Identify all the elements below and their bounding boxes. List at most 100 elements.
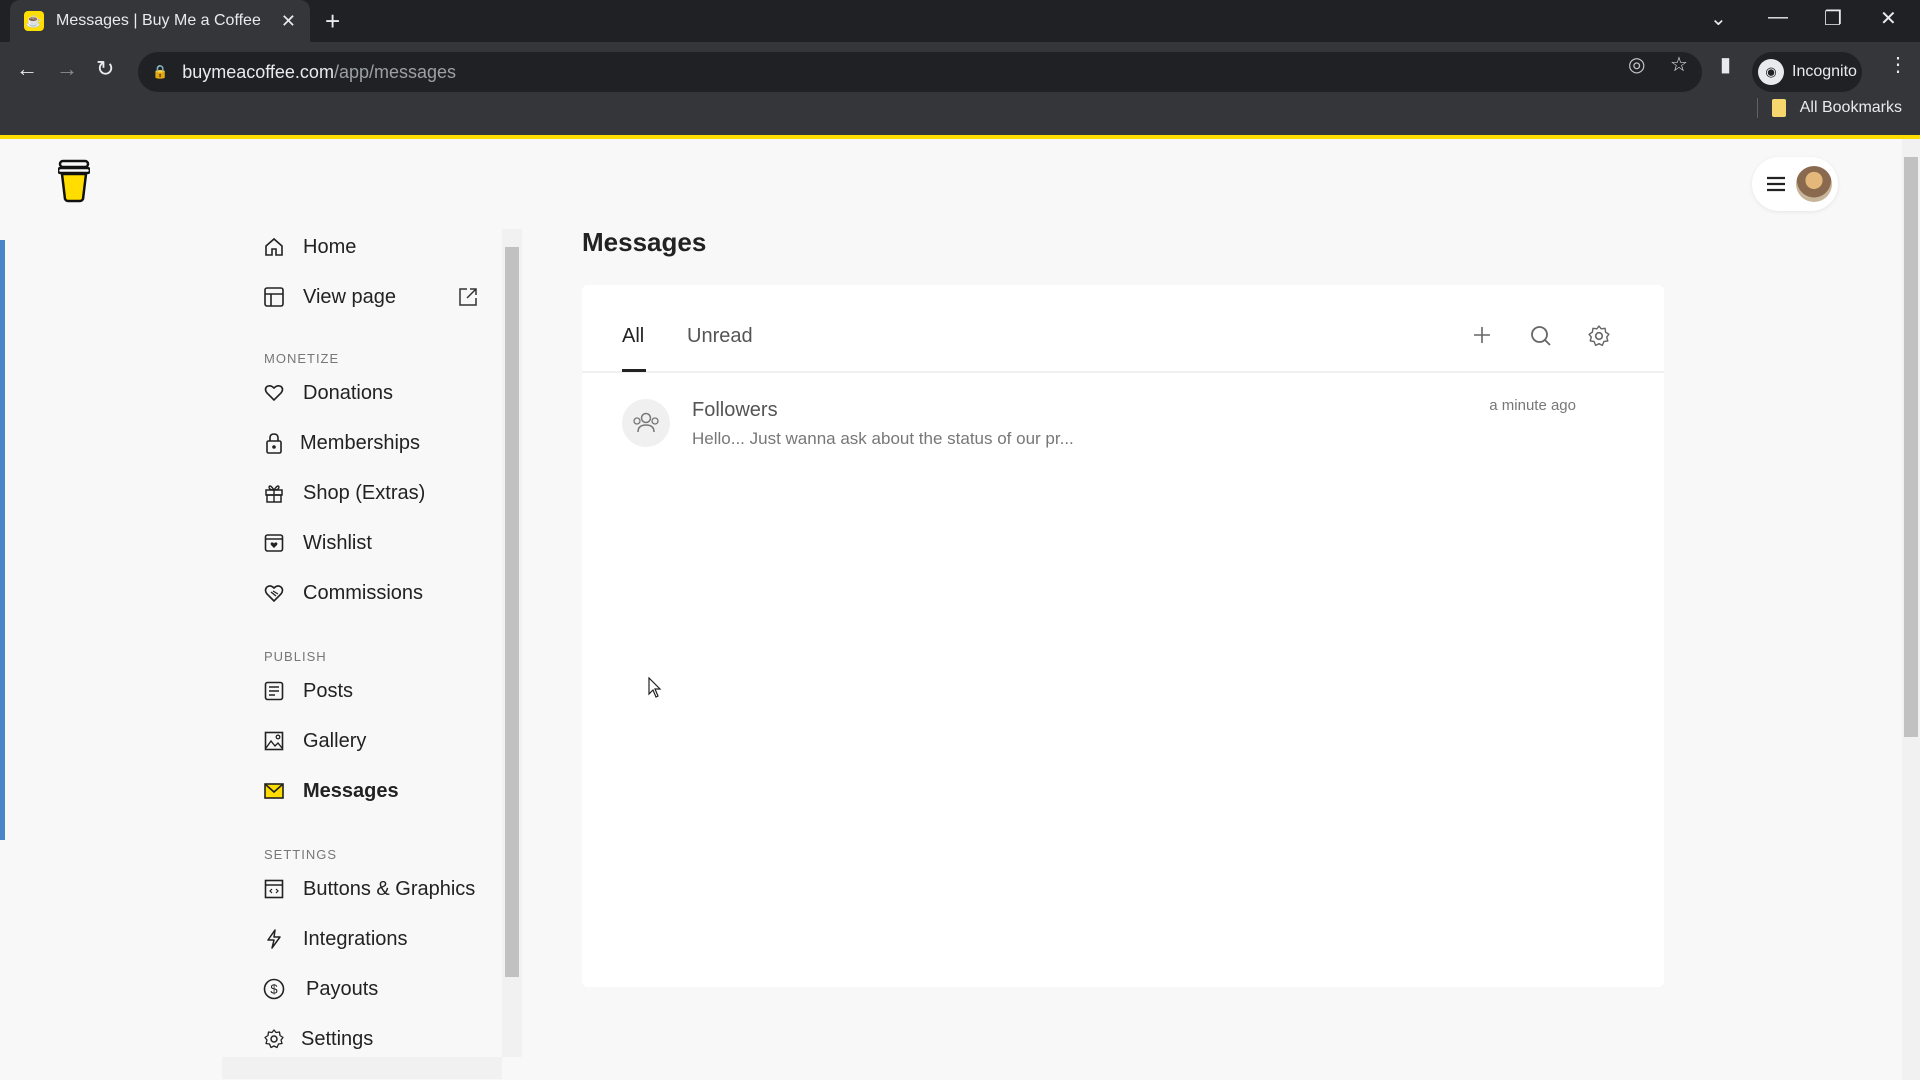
sidebar-item-posts[interactable]: Posts bbox=[262, 673, 353, 709]
coffee-cup-icon bbox=[56, 159, 92, 203]
sidebar-item-donations[interactable]: Donations bbox=[262, 375, 393, 411]
heart-icon bbox=[262, 381, 286, 405]
document-icon bbox=[262, 679, 286, 703]
account-menu-button[interactable] bbox=[1752, 157, 1838, 211]
dollar-circle-icon: $ bbox=[262, 977, 286, 1001]
tab-title: Messages | Buy Me a Coffee bbox=[56, 12, 261, 29]
message-tabs: All Unread bbox=[582, 285, 1664, 373]
image-icon bbox=[262, 729, 286, 753]
tab-close-icon[interactable]: ✕ bbox=[281, 11, 296, 32]
sidebar-item-label: Commissions bbox=[303, 581, 424, 604]
gear-icon bbox=[262, 1027, 286, 1051]
restore-icon[interactable]: ❐ bbox=[1824, 6, 1842, 31]
page-title: Messages bbox=[582, 227, 707, 257]
sidebar-item-label: Payouts bbox=[306, 977, 379, 1000]
group-avatar bbox=[622, 399, 670, 447]
message-list-item[interactable]: Followers Hello... Just wanna ask about … bbox=[582, 375, 1664, 475]
lock-icon: 🔒 bbox=[152, 64, 169, 79]
sidebar-item-label: View page bbox=[303, 285, 397, 308]
sidebar-item-label: Integrations bbox=[303, 927, 408, 950]
all-bookmarks-label: All Bookmarks bbox=[1799, 99, 1902, 116]
external-link-icon[interactable] bbox=[458, 287, 478, 313]
sidebar-item-integrations[interactable]: Integrations bbox=[262, 921, 408, 957]
browser-tab[interactable]: ☕ Messages | Buy Me a Coffee ✕ bbox=[10, 0, 310, 42]
sidebar-item-shop[interactable]: Shop (Extras) bbox=[262, 475, 425, 511]
new-message-icon[interactable] bbox=[1472, 325, 1492, 350]
message-sender: Followers bbox=[692, 399, 778, 421]
sidebar-item-messages[interactable]: Messages bbox=[262, 773, 399, 809]
reload-icon[interactable]: ↻ bbox=[96, 56, 114, 82]
page-scrollbar[interactable] bbox=[1902, 139, 1920, 1080]
hamburger-icon bbox=[1767, 176, 1785, 192]
chrome-menu-icon[interactable]: ⋮ bbox=[1888, 52, 1908, 77]
incognito-profile-button[interactable]: ◉ Incognito bbox=[1752, 52, 1862, 92]
close-window-icon[interactable]: ✕ bbox=[1880, 6, 1897, 31]
section-settings: SETTINGS bbox=[264, 847, 338, 862]
back-icon[interactable]: ← bbox=[16, 56, 38, 82]
layout-icon bbox=[262, 285, 286, 309]
focus-indicator bbox=[0, 240, 5, 840]
sidebar-item-wishlist[interactable]: Wishlist bbox=[262, 525, 372, 561]
browser-tab-bar: ☕ Messages | Buy Me a Coffee ✕ + ⌄ — ❐ ✕ bbox=[0, 0, 1920, 42]
sidebar-item-view-page[interactable]: View page bbox=[262, 279, 502, 315]
bookmark-star-icon[interactable]: ☆ bbox=[1670, 52, 1688, 77]
forward-icon[interactable]: → bbox=[56, 56, 78, 82]
tab-unread[interactable]: Unread bbox=[687, 325, 753, 348]
sidebar-item-label: Gallery bbox=[303, 729, 367, 752]
minimize-icon[interactable]: — bbox=[1768, 6, 1788, 29]
sidebar-item-label: Shop (Extras) bbox=[303, 481, 426, 504]
tab-search-icon[interactable]: ⌄ bbox=[1710, 6, 1727, 31]
sidebar-item-memberships[interactable]: Memberships bbox=[262, 425, 420, 461]
new-tab-icon[interactable]: + bbox=[325, 6, 340, 37]
incognito-label: Incognito bbox=[1792, 63, 1857, 80]
wishlist-icon bbox=[262, 531, 286, 555]
url-host: buymeacoffee.com bbox=[182, 61, 334, 82]
sidebar-item-label: Memberships bbox=[300, 431, 421, 454]
code-window-icon bbox=[262, 877, 286, 901]
sidebar-item-home[interactable]: Home bbox=[262, 229, 356, 265]
bmc-favicon-icon: ☕ bbox=[24, 11, 44, 31]
sidebar-vertical-scrollbar[interactable] bbox=[502, 229, 522, 1057]
handshake-heart-icon bbox=[262, 581, 286, 605]
messages-card: All Unread Followers Hello... Just wanna… bbox=[582, 285, 1664, 987]
bmc-logo[interactable] bbox=[56, 159, 92, 208]
settings-gear-icon[interactable] bbox=[1588, 325, 1610, 352]
message-timestamp: a minute ago bbox=[1489, 397, 1576, 414]
mouse-cursor bbox=[648, 677, 662, 698]
search-icon[interactable] bbox=[1530, 325, 1552, 352]
sidebar-item-label: Wishlist bbox=[303, 531, 372, 554]
all-bookmarks-button[interactable]: All Bookmarks bbox=[1756, 98, 1902, 118]
sidebar-item-commissions[interactable]: Commissions bbox=[262, 575, 423, 611]
sidebar-item-label: Messages bbox=[303, 779, 399, 802]
side-panel-icon[interactable]: ▮ bbox=[1720, 52, 1731, 77]
sidebar-item-label: Posts bbox=[303, 679, 354, 702]
section-monetize: MONETIZE bbox=[264, 351, 340, 366]
user-avatar bbox=[1796, 166, 1832, 202]
message-preview: Hello... Just wanna ask about the status… bbox=[692, 429, 1074, 448]
sidebar-horizontal-scrollbar[interactable] bbox=[222, 1057, 502, 1079]
sidebar-item-label: Settings bbox=[301, 1027, 374, 1050]
folder-icon bbox=[1771, 99, 1786, 117]
group-icon bbox=[633, 412, 659, 433]
lightning-icon bbox=[262, 927, 286, 951]
sidebar-item-buttons-graphics[interactable]: Buttons & Graphics bbox=[262, 871, 475, 907]
envelope-icon bbox=[262, 779, 286, 803]
scrollbar-thumb[interactable] bbox=[505, 247, 519, 977]
tab-all[interactable]: All bbox=[622, 325, 644, 348]
divider bbox=[1756, 98, 1758, 118]
sidebar-item-label: Home bbox=[303, 235, 357, 258]
address-bar[interactable]: 🔒 buymeacoffee.com/app/messages bbox=[138, 52, 1702, 92]
incognito-icon: ◉ bbox=[1758, 59, 1784, 85]
lock-icon bbox=[262, 431, 286, 455]
sidebar-item-gallery[interactable]: Gallery bbox=[262, 723, 366, 759]
eye-off-icon[interactable]: ◎ bbox=[1628, 52, 1645, 77]
sidebar-item-payouts[interactable]: $ Payouts bbox=[262, 971, 378, 1007]
sidebar-item-label: Buttons & Graphics bbox=[303, 877, 476, 900]
gift-icon bbox=[262, 481, 286, 505]
sidebar-item-label: Donations bbox=[303, 381, 394, 404]
sidebar-item-settings[interactable]: Settings bbox=[262, 1021, 373, 1057]
svg-text:$: $ bbox=[270, 982, 278, 997]
active-tab-indicator bbox=[622, 369, 646, 372]
page-scrollbar-thumb[interactable] bbox=[1904, 157, 1918, 737]
section-publish: PUBLISH bbox=[264, 649, 327, 664]
